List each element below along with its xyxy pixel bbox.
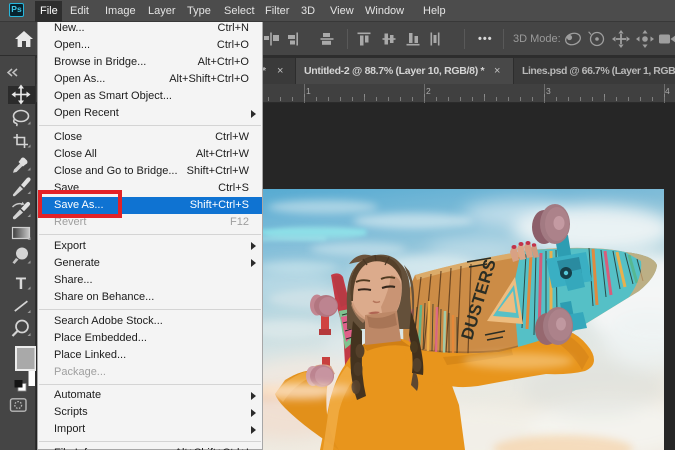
svg-text:T: T — [16, 274, 27, 293]
